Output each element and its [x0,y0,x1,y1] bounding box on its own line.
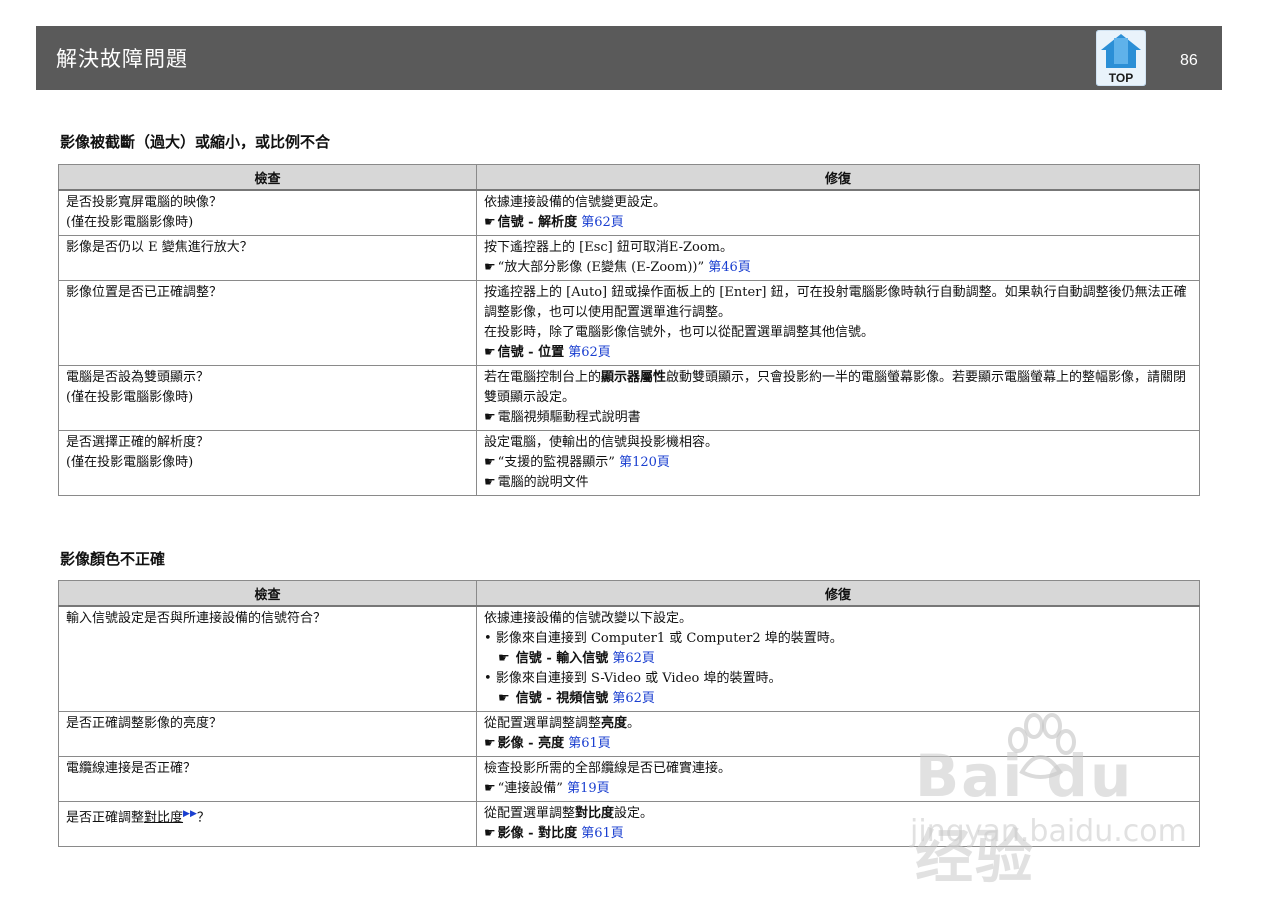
col-header-fix: 修復 [476,164,1200,191]
table-row: 影像位置是否已正確調整？ 按遙控器上的 [Auto] 鈕或操作面板上的 [Ent… [58,280,1200,366]
pointing-hand-icon: ☛ [498,651,510,666]
page-link[interactable]: 第62頁 [612,651,655,666]
pointing-hand-icon: ☛ [484,736,496,751]
table-cropped-image: 檢查 修復 是否投影寬屏電腦的映像？ (僅在投影電腦影像時) 依據連接設備的信號… [58,164,1200,496]
pointing-hand-icon: ☛ [484,215,496,230]
baidu-watermark: Bai du 经验 jingyan.baidu.com [905,712,1205,891]
page-link[interactable]: 第62頁 [568,345,611,360]
col-header-check: 檢查 [58,164,477,191]
table-row: 是否投影寬屏電腦的映像？ (僅在投影電腦影像時) 依據連接設備的信號變更設定。 … [58,189,1200,236]
page-title: 解決故障問題 [56,47,188,71]
page-link[interactable]: 第62頁 [612,691,655,706]
col-header-check: 檢查 [58,580,477,607]
top-home-icon[interactable]: TOP [1095,29,1147,87]
table-row: 影像是否仍以 E 變焦進行放大？ 按下遙控器上的 [Esc] 鈕可取消E-Zoo… [58,235,1200,281]
page-link[interactable]: 第61頁 [568,736,611,751]
watermark-url: jingyan.baidu.com [910,814,1187,849]
glossary-link[interactable]: 對比度 [144,810,183,825]
pointing-hand-icon: ☛ [484,475,496,490]
bullet-icon: • [484,671,496,686]
page-link[interactable]: 第120頁 [619,455,670,470]
table-row: 是否選擇正確的解析度？ (僅在投影電腦影像時) 設定電腦，使輸出的信號與投影機相… [58,430,1200,496]
page-link[interactable]: 第62頁 [581,215,624,230]
pointing-hand-icon: ☛ [484,455,496,470]
glossary-arrow-icon: ▶▶ [183,809,197,819]
pointing-hand-icon: ☛ [484,410,496,425]
table-row: 輸入信號設定是否與所連接設備的信號符合？ 依據連接設備的信號改變以下設定。 • … [58,605,1200,712]
page-link[interactable]: 第46頁 [708,260,751,275]
pointing-hand-icon: ☛ [484,260,496,275]
pointing-hand-icon: ☛ [484,781,496,796]
page-link[interactable]: 第61頁 [581,826,624,841]
page-header: 解決故障問題 [36,26,1222,90]
section-title-cropped: 影像被截斷（過大）或縮小，或比例不合 [60,133,331,151]
section-title-color: 影像顏色不正確 [60,550,166,568]
pointing-hand-icon: ☛ [484,826,496,841]
pointing-hand-icon: ☛ [484,345,496,360]
page-number: 86 [1180,52,1198,69]
bullet-icon: • [484,631,496,646]
top-icon-label: TOP [1109,71,1133,85]
page-link[interactable]: 第19頁 [567,781,610,796]
table-row: 電腦是否設為雙頭顯示？ (僅在投影電腦影像時) 若在電腦控制台上的顯示器屬性啟動… [58,365,1200,431]
col-header-fix: 修復 [476,580,1200,607]
pointing-hand-icon: ☛ [498,691,510,706]
